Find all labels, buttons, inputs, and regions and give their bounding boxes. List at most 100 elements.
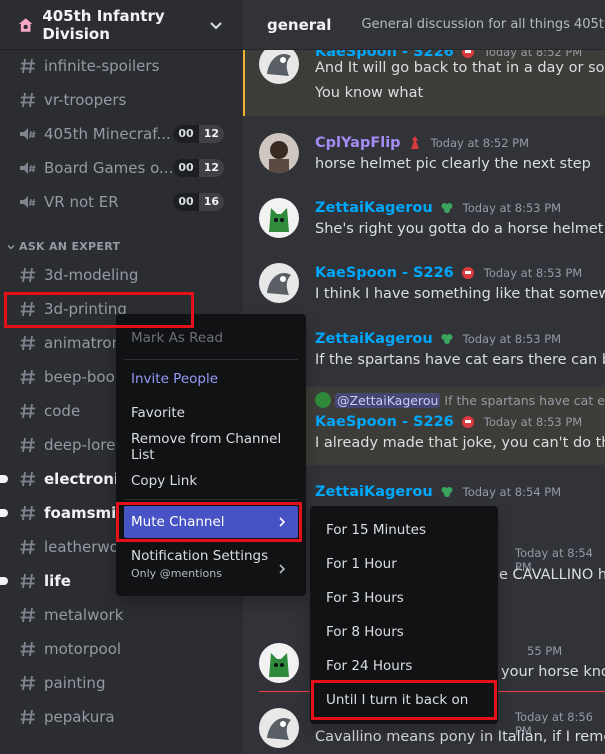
message-text: I already made that joke, you can't do t… (315, 435, 605, 451)
mute-option-until-turned-back-on[interactable]: Until I turn it back on (318, 684, 490, 716)
menu-item-favorite[interactable]: Favorite (124, 397, 298, 429)
hash-icon (20, 403, 35, 419)
channel-label: animatron (44, 334, 122, 352)
channel-label: painting (44, 674, 106, 692)
message-text: And It will go back to that in a day or … (315, 60, 605, 76)
mute-option-24-hours[interactable]: For 24 Hours (318, 650, 490, 682)
channel-label: VR not ER (44, 193, 119, 211)
message-author[interactable]: KaeSpoon - S226 (315, 414, 454, 430)
channel-label: deep-lore (44, 436, 116, 454)
channel-3d-modeling[interactable]: 3d-modeling (8, 259, 236, 291)
menu-item-mute-channel[interactable]: Mute Channel (124, 506, 298, 538)
speaker-hash-icon (20, 128, 36, 140)
message-text: horse helmet pic clearly the next step (315, 156, 591, 172)
timestamp: Today at 8:53 PM (462, 332, 562, 346)
unread-indicator (0, 509, 8, 517)
hash-icon (20, 709, 35, 725)
hash-icon (20, 369, 35, 385)
timestamp: Today at 8:53 PM (462, 201, 562, 215)
hash-icon (20, 301, 35, 317)
speaker-hash-icon (20, 162, 36, 174)
menu-divider (124, 359, 298, 360)
channel-painting[interactable]: painting (8, 667, 236, 699)
channel-label: leatherwo (44, 538, 119, 556)
avatar[interactable] (259, 198, 299, 238)
menu-item-mark-as-read[interactable]: Mark As Read (124, 322, 298, 354)
hash-icon (20, 675, 35, 691)
mute-option-1-hour[interactable]: For 1 Hour (318, 548, 490, 580)
chevron-right-icon (279, 517, 286, 527)
unread-indicator (0, 577, 8, 585)
timestamp: Today at 8:53 PM (483, 415, 583, 429)
voice-user-count: 00 12 (173, 125, 224, 143)
timestamp: Today at 8:53 PM (483, 266, 583, 280)
hash-icon (20, 471, 35, 487)
avatar[interactable] (259, 643, 299, 683)
message-text: Cavallino means pony in Italian, if I re… (315, 729, 605, 745)
notification-setting-value: Only @mentions (131, 567, 222, 580)
message-author[interactable]: ZettaiKagerou (315, 331, 433, 347)
channel-title: general (267, 15, 332, 34)
avatar[interactable] (259, 708, 299, 748)
server-name: 405th Infantry Division (42, 6, 165, 43)
clover-badge-icon (441, 203, 453, 213)
voice-user-count: 00 16 (173, 193, 224, 211)
channel-label: Board Games o... (44, 159, 174, 177)
channel-label: infinite-spoilers (44, 57, 160, 75)
chevron-down-icon (7, 244, 15, 249)
channel-topic[interactable]: General discussion for all things 405th (361, 17, 605, 32)
channel-infinite-spoilers[interactable]: infinite-spoilers (8, 50, 236, 82)
voice-channel-minecraft[interactable]: 405th Minecraf... 00 12 (8, 118, 236, 150)
channel-label: code (44, 402, 81, 420)
menu-item-notification-settings[interactable]: Notification Settings Only @mentions (124, 548, 298, 592)
message-author[interactable]: ZettaiKagerou (315, 200, 433, 216)
avatar (315, 392, 331, 408)
message-text: If the spartans have cat ears there can … (315, 352, 605, 368)
reply-mention[interactable]: @ZettaiKagerou (335, 392, 441, 408)
reply-preview[interactable]: @ZettaiKagerou If the spartans have cat … (315, 392, 605, 408)
channel-label: metalwork (44, 606, 124, 624)
hash-icon (20, 267, 35, 283)
channel-motorpool[interactable]: motorpool (8, 633, 236, 665)
voice-channel-board-games[interactable]: Board Games o... 00 12 (8, 152, 236, 184)
channel-label: beep-boop (44, 368, 125, 386)
voice-channel-vr-not-er[interactable]: VR not ER 00 16 (8, 186, 236, 218)
channel-label: motorpool (44, 640, 122, 658)
channel-vr-troopers[interactable]: vr-troopers (8, 84, 236, 116)
channel-label: 405th Minecraf... (44, 125, 171, 143)
mute-duration-submenu: For 15 Minutes For 1 Hour For 3 Hours Fo… (310, 506, 498, 724)
message-author[interactable]: ZettaiKagerou (315, 484, 433, 500)
timestamp: 55 PM (527, 644, 563, 658)
avatar[interactable] (259, 263, 299, 303)
channel-metalwork[interactable]: metalwork (8, 599, 236, 631)
server-icon (18, 17, 33, 32)
menu-item-copy-link[interactable]: Copy Link (124, 465, 298, 497)
mute-option-8-hours[interactable]: For 8 Hours (318, 616, 490, 648)
chevron-down-icon[interactable] (207, 16, 225, 34)
menu-divider (124, 499, 298, 500)
message-text: She's right you gotta do a horse helmet … (315, 221, 605, 237)
menu-item-invite-people[interactable]: Invite People (124, 363, 298, 395)
role-badge-icon (461, 50, 474, 58)
mute-option-15-minutes[interactable]: For 15 Minutes (318, 514, 490, 546)
server-header[interactable]: 405th Infantry Division (0, 0, 243, 50)
avatar[interactable] (259, 133, 299, 173)
message-author[interactable]: KaeSpoon - S226 (315, 265, 454, 281)
mute-option-3-hours[interactable]: For 3 Hours (318, 582, 490, 614)
clover-badge-icon (441, 487, 453, 497)
menu-item-remove-from-channel-list[interactable]: Remove from Channel List (124, 431, 298, 463)
message-author[interactable]: KaeSpoon - S226 (315, 50, 454, 60)
chevron-right-icon (279, 564, 286, 574)
timestamp: Today at 8:52 PM (430, 136, 530, 150)
channel-pepakura[interactable]: pepakura (8, 701, 236, 733)
category-ask-an-expert[interactable]: ASK AN EXPERT (6, 240, 120, 253)
role-badge-icon (410, 136, 419, 149)
speaker-hash-icon (20, 196, 36, 208)
channel-label: vr-troopers (44, 91, 127, 109)
message-text: You know what (315, 85, 424, 101)
message-text: e CAVALLINO he (499, 567, 605, 583)
message-author[interactable]: CplYapFlip (315, 135, 401, 151)
hash-icon (20, 607, 35, 623)
hash-icon (20, 335, 35, 351)
channel-label: life (44, 572, 71, 590)
